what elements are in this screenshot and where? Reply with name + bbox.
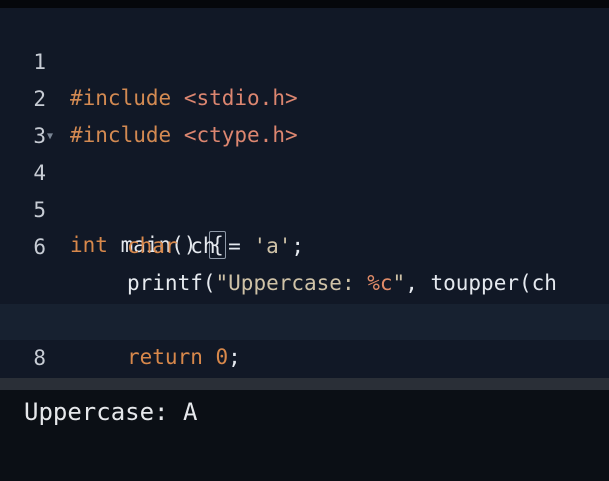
- line-number: 8: [33, 346, 46, 370]
- fold-arrow-icon[interactable]: ▼: [47, 119, 53, 155]
- code-line[interactable]: 7 return 0;: [0, 267, 609, 369]
- code-line[interactable]: 2 #include <ctype.h>: [0, 45, 609, 147]
- code-line-active[interactable]: 8 }: [0, 304, 609, 408]
- code-line-wrapped[interactable]: ));: [0, 230, 609, 332]
- panel-splitter[interactable]: [0, 378, 609, 390]
- console-output: Uppercase: A: [24, 398, 198, 426]
- top-strip: [0, 0, 609, 8]
- code-text: return 0;: [127, 345, 241, 369]
- code-editor[interactable]: 1 #include <stdio.h> 2 #include <ctype.h…: [0, 8, 609, 408]
- console-panel[interactable]: Uppercase: A: [0, 390, 609, 481]
- code-line[interactable]: 1 #include <stdio.h>: [0, 8, 609, 110]
- code-line[interactable]: 4 ▼ int main() {: [0, 119, 609, 259]
- code-line[interactable]: 3: [0, 82, 609, 148]
- code-line[interactable]: 6 printf("Uppercase: %c", toupper(ch: [0, 193, 609, 295]
- code-line[interactable]: 5 char ch = 'a';: [0, 156, 609, 258]
